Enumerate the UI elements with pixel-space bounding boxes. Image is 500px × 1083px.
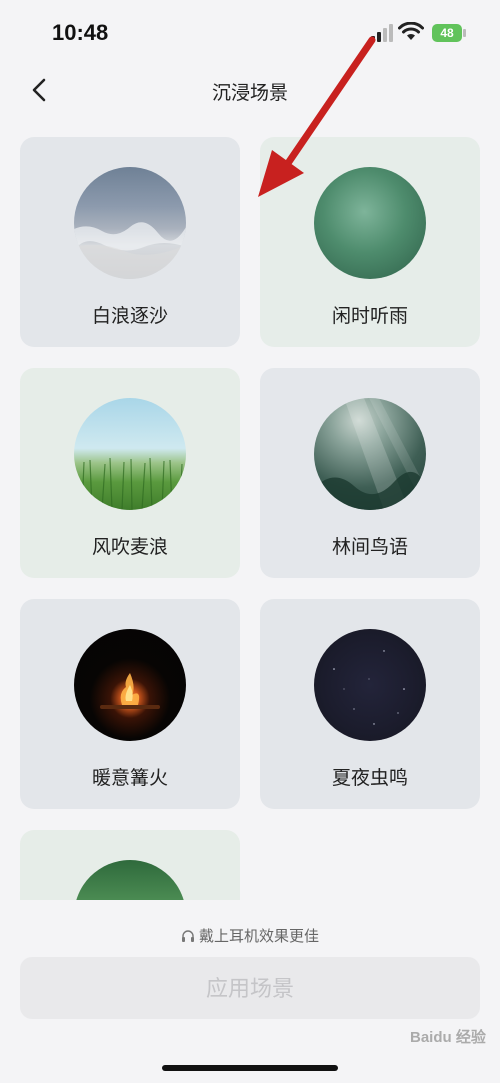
scene-label: 风吹麦浪 [91,537,168,558]
page-title: 沉浸场景 [211,83,288,104]
status-bar: 10:48 48 [0,0,500,64]
nav-bar: 沉浸场景 [0,64,500,114]
hint-text: 戴上耳机效果更佳 [198,928,319,945]
scene-card-forest[interactable]: 林间鸟语 [260,368,480,578]
scene-image-campfire [74,629,186,741]
scene-image-forest [314,398,426,510]
apply-scene-button[interactable]: 应用场景 [20,957,480,1019]
signal-icon [371,24,393,42]
scene-image-rain [314,167,426,279]
battery-indicator: 48 [432,24,462,42]
scene-card-jungle[interactable] [20,830,240,900]
scene-label: 林间鸟语 [331,537,408,558]
baidu-watermark: Baidu 经验 [410,1029,486,1046]
scene-label: 暖意篝火 [91,768,168,789]
headphone-hint: 戴上耳机效果更佳 [0,925,500,946]
scene-label: 闲时听雨 [331,306,408,327]
scene-card-campfire[interactable]: 暖意篝火 [20,599,240,809]
scene-image-jungle [74,860,186,900]
scene-card-wheat[interactable]: 风吹麦浪 [20,368,240,578]
scene-card-summer-night[interactable]: 夏夜虫鸣 [260,599,480,809]
scene-image-wheat [74,398,186,510]
home-indicator[interactable] [162,1065,338,1071]
scene-image-beach [74,167,186,279]
headphones-icon [181,930,194,942]
scene-label: 夏夜虫鸣 [331,768,408,789]
scene-label: 白浪逐沙 [91,306,168,327]
scene-image-summer-night [314,629,426,741]
scene-card-rain[interactable]: 闲时听雨 [260,137,480,347]
battery-tip [463,29,466,37]
scene-card-beach[interactable]: 白浪逐沙 [20,137,240,347]
wifi-icon [398,22,424,40]
status-time: 10:48 [52,20,109,45]
